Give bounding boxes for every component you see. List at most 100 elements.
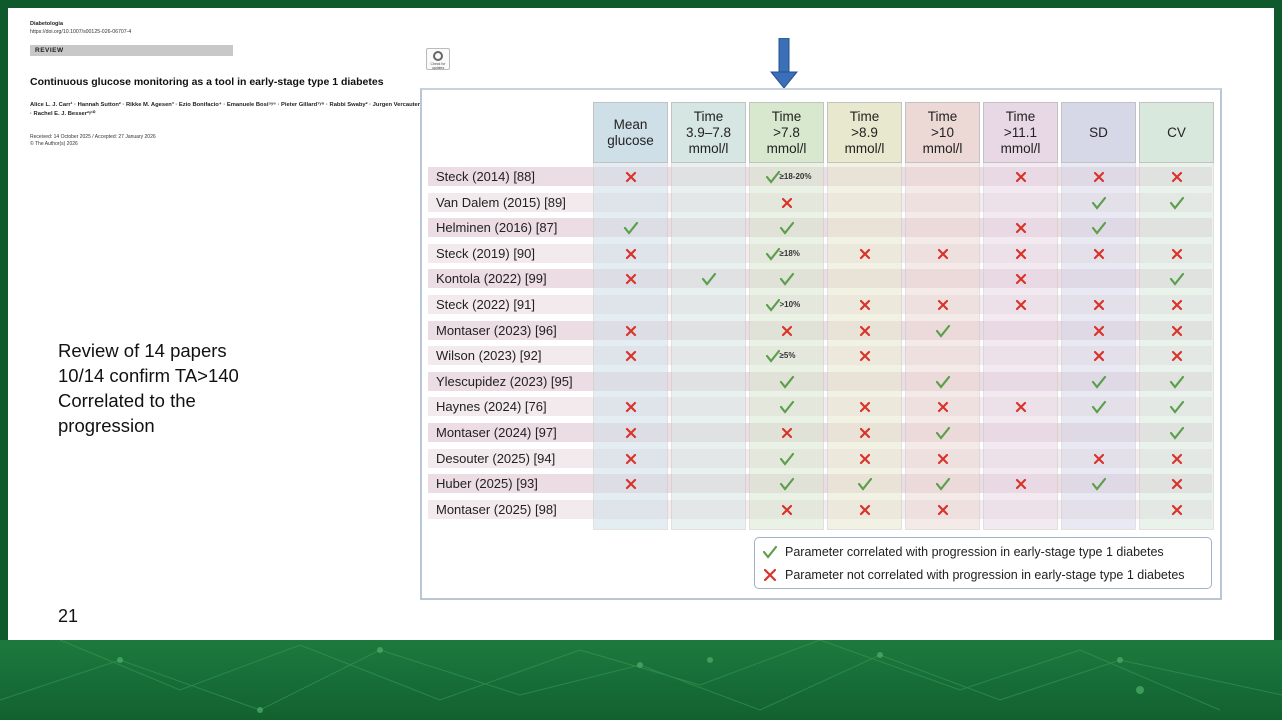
column-header-line: >11.1 (1003, 124, 1038, 140)
cross-icon (857, 502, 873, 518)
check-icon (779, 271, 795, 287)
cross-icon (857, 348, 873, 364)
cross-icon (1091, 323, 1107, 339)
check-icon (761, 545, 779, 559)
paper-title: Continuous glucose monitoring as a tool … (30, 76, 384, 88)
legend-item-not-correlated: Parameter not correlated with progressio… (761, 568, 1185, 582)
column-header-line: Mean (613, 116, 648, 132)
slide-notes: Review of 14 papers 10/14 confirm TA>140… (58, 338, 239, 438)
refresh-icon (433, 51, 443, 61)
legend-item-correlated: Parameter correlated with progression in… (761, 545, 1164, 559)
study-label: Van Dalem (2015) [89] (436, 194, 566, 210)
cross-icon (935, 451, 951, 467)
legend-label: Parameter correlated with progression in… (785, 545, 1164, 559)
column-header-line: mmol/l (1000, 140, 1041, 156)
threshold-annotation: ≥18% (779, 248, 800, 258)
doi-link: https://doi.org/10.1007/s00125-026-06707… (30, 29, 132, 35)
cross-icon (779, 502, 795, 518)
check-icon (779, 399, 795, 415)
check-for-updates-badge: Check for updates (426, 48, 450, 70)
paper-copyright: © The Author(s) 2026 (30, 141, 78, 147)
study-label: Haynes (2024) [76] (436, 399, 547, 415)
threshold-annotation: >10% (779, 300, 801, 309)
column-header-text: Time 3.9–7.8 mmol/l (686, 109, 731, 157)
check-icon (935, 374, 951, 390)
check-icon (779, 476, 795, 492)
column-header-line: Time (771, 108, 802, 124)
column-header: Mean glucose (593, 102, 668, 163)
cross-icon (1013, 271, 1029, 287)
study-label: Steck (2019) [90] (436, 245, 535, 261)
column-header: Time >7.8 mmol/l (749, 102, 824, 163)
column-header-line: >10 (931, 124, 954, 140)
column-header-line: Time (849, 108, 880, 124)
column-header-text: Time >8.9 mmol/l (845, 109, 885, 157)
cross-icon (1091, 451, 1107, 467)
check-icon (1169, 195, 1185, 211)
cross-icon (857, 323, 873, 339)
column-header-text: Mean glucose (607, 117, 654, 149)
cross-icon (1169, 451, 1185, 467)
notes-line: progression (58, 415, 155, 436)
background-bottom (0, 640, 1282, 720)
paper-received: Received: 14 October 2025 / Accepted: 27… (30, 134, 156, 140)
column-header-text: Time >11.1 mmol/l (1001, 109, 1041, 157)
cross-icon (857, 297, 873, 313)
study-label: Wilson (2023) [92] (436, 348, 542, 364)
column-header-text: Time >10 mmol/l (923, 109, 963, 157)
cross-icon (1091, 348, 1107, 364)
study-label: Kontola (2022) [99] (436, 271, 547, 287)
cross-icon (1169, 323, 1185, 339)
study-label: Steck (2022) [91] (436, 297, 535, 312)
notes-line: 10/14 confirm TA>140 (58, 365, 239, 386)
legend: Parameter correlated with progression in… (754, 537, 1212, 589)
check-icon: ≥18-20% (765, 169, 825, 185)
check-icon: >10% (765, 297, 825, 313)
check-icon (701, 271, 717, 287)
column-header: Time >8.9 mmol/l (827, 102, 902, 163)
check-icon (1091, 220, 1107, 236)
check-icon (779, 451, 795, 467)
column-header: CV (1139, 102, 1214, 163)
check-icon (935, 323, 951, 339)
notes-line: Correlated to the (58, 390, 196, 411)
check-icon (623, 220, 639, 236)
down-arrow-icon (770, 38, 798, 89)
check-icon (1091, 399, 1107, 415)
check-icon: ≥18% (765, 246, 825, 262)
cross-icon (1013, 476, 1029, 492)
cross-icon (1169, 246, 1185, 262)
threshold-annotation: ≥18-20% (779, 172, 812, 181)
check-updates-label: Check for updates (430, 62, 446, 70)
check-icon (935, 425, 951, 441)
check-icon (1169, 271, 1185, 287)
cross-icon (1169, 169, 1185, 185)
check-icon (1091, 374, 1107, 390)
correlation-table-figure: Parameter correlated with progression in… (420, 88, 1222, 600)
column-header-line: >8.9 (851, 124, 878, 140)
column-header: Time >10 mmol/l (905, 102, 980, 163)
study-label: Steck (2014) [88] (436, 169, 535, 184)
column-header-line: glucose (607, 132, 654, 148)
cross-icon (935, 297, 951, 313)
check-icon (1169, 374, 1185, 390)
check-icon (1169, 425, 1185, 441)
cross-icon (935, 502, 951, 518)
check-icon (935, 476, 951, 492)
check-icon (779, 220, 795, 236)
column-header-line: Time (1005, 108, 1036, 124)
slide: Diabetologia https://doi.org/10.1007/s00… (8, 8, 1274, 640)
study-label: Montaser (2025) [98] (436, 501, 557, 517)
study-label: Montaser (2023) [96] (436, 322, 557, 338)
cross-icon (623, 476, 639, 492)
column-header-text: SD (1089, 125, 1108, 141)
column-header-line: 3.9–7.8 (685, 124, 732, 140)
cross-icon (1091, 169, 1107, 185)
cross-icon (1013, 399, 1029, 415)
cross-icon (857, 246, 873, 262)
cross-icon (623, 348, 639, 364)
column-header-line: mmol/l (688, 140, 729, 156)
check-icon (1091, 195, 1107, 211)
cross-icon (1091, 246, 1107, 262)
column-header-text: CV (1167, 125, 1186, 141)
